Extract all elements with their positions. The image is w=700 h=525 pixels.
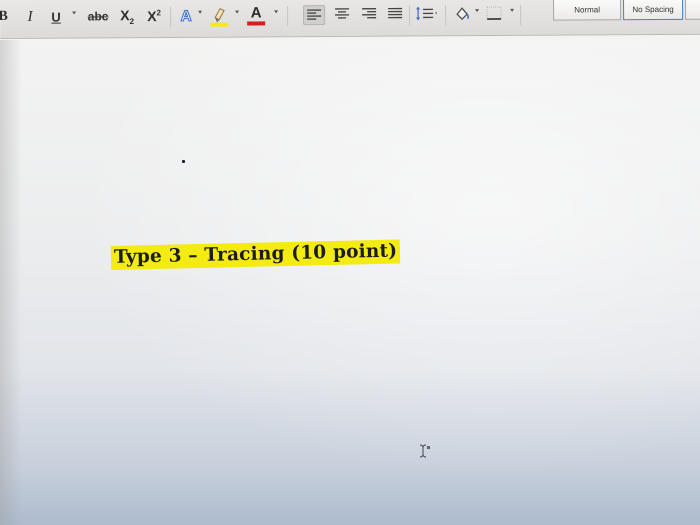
line-spacing-icon (416, 6, 438, 21)
line-spacing-button[interactable] (414, 5, 438, 21)
font-color-button[interactable]: A (245, 4, 267, 26)
superscript-icon: X2 (147, 8, 161, 24)
text-effects-button[interactable]: A (176, 5, 196, 27)
toolbar-separator (520, 4, 522, 25)
align-left-button[interactable] (303, 5, 326, 26)
toolbar-separator (409, 5, 411, 26)
font-color-icon: A (250, 4, 262, 22)
strikethrough-icon: abc (87, 9, 109, 24)
underline-options-dropdown[interactable] (72, 11, 77, 15)
align-right-button[interactable] (360, 6, 378, 22)
mouse-pointer (418, 443, 432, 464)
text-cursor-icon (419, 444, 430, 458)
borders-button[interactable] (484, 5, 504, 21)
style-next[interactable] (684, 0, 700, 20)
align-left-icon (307, 9, 322, 20)
italic-icon: I (27, 8, 33, 25)
toolbar-separator (445, 5, 447, 26)
justify-icon (388, 7, 403, 19)
superscript-mark: 2 (156, 8, 161, 18)
toolbar-separator (170, 6, 172, 27)
subscript-button[interactable]: X2 (117, 5, 137, 27)
text-effects-icon: A (180, 7, 192, 25)
superscript-button[interactable]: X2 (144, 5, 164, 27)
formatting-ribbon: B I U abc X2 X2 A A Normal No Spacing (0, 0, 700, 39)
subscript-icon: X2 (120, 7, 134, 26)
underline-icon: U (51, 9, 61, 25)
style-normal-label: Normal (574, 4, 600, 14)
page-edge-shadow (0, 40, 22, 525)
style-no-spacing-label: No Spacing (632, 4, 674, 14)
style-no-spacing[interactable]: No Spacing (623, 0, 684, 21)
document-page[interactable] (0, 40, 700, 525)
document-heading[interactable]: Type 3 – Tracing (10 point) (110, 239, 401, 270)
justify-button[interactable] (386, 6, 404, 22)
highlight-button[interactable] (208, 5, 230, 27)
highlight-color-dropdown[interactable] (235, 10, 240, 14)
borders-dropdown[interactable] (510, 8, 515, 12)
shading-icon (456, 7, 470, 21)
strikethrough-button[interactable]: abc (84, 5, 112, 27)
align-right-icon (362, 8, 377, 19)
shading-dropdown[interactable] (475, 9, 480, 13)
font-color-swatch (247, 21, 266, 26)
font-color-dropdown[interactable] (274, 10, 279, 14)
subscript-mark: 2 (129, 16, 135, 26)
style-normal[interactable]: Normal (553, 0, 622, 21)
italic-button[interactable]: I (22, 6, 38, 28)
insertion-point (182, 160, 185, 163)
underline-button[interactable]: U (48, 6, 64, 28)
highlight-icon (210, 7, 229, 27)
align-center-button[interactable] (333, 6, 351, 22)
toolbar-separator (287, 6, 289, 27)
bold-icon: B (0, 8, 8, 25)
borders-icon (486, 6, 502, 20)
bold-button[interactable]: B (0, 6, 10, 28)
shading-button[interactable] (452, 5, 472, 21)
text-effects-dropdown[interactable] (198, 10, 203, 14)
align-center-icon (335, 8, 350, 19)
